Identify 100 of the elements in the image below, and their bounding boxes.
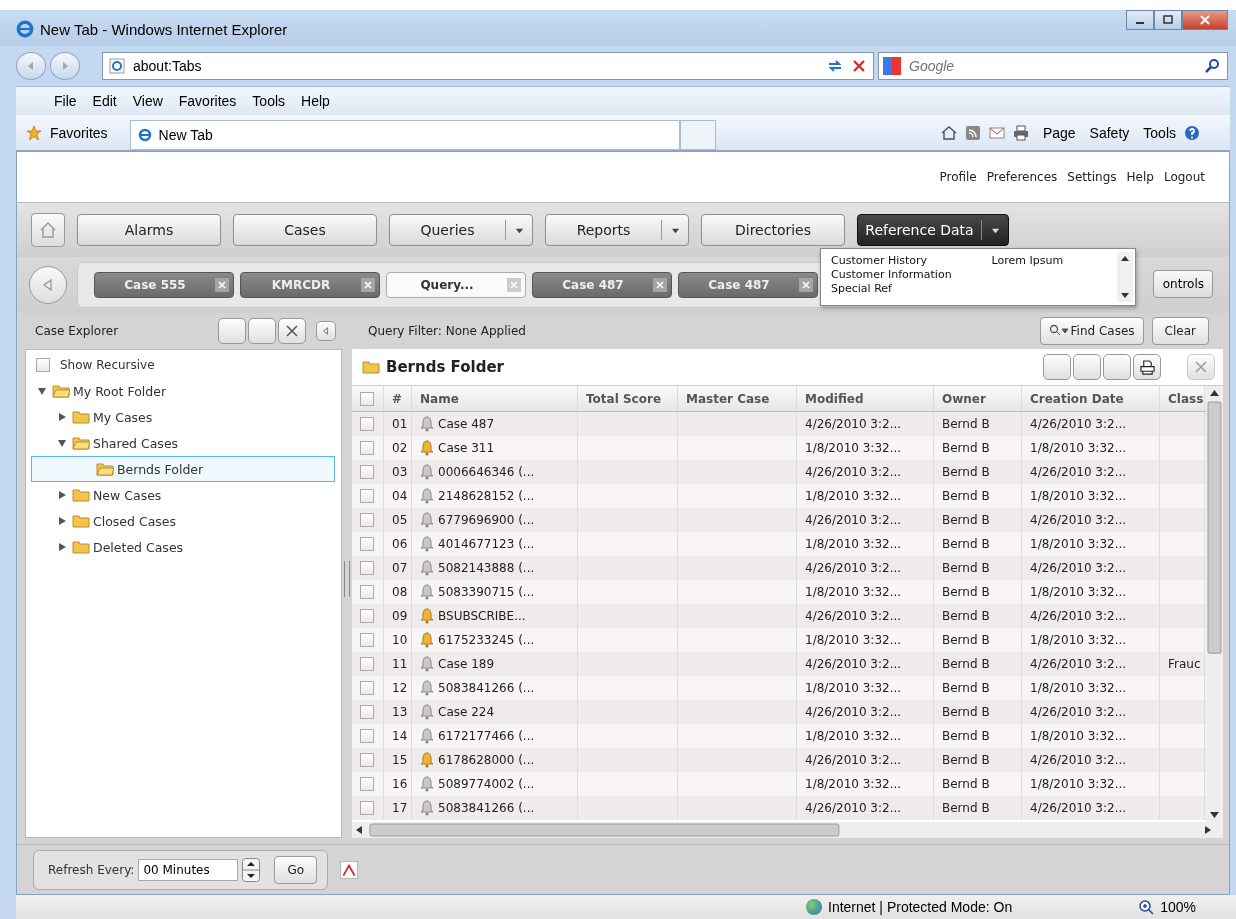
close-button[interactable] [1187, 354, 1215, 380]
menu-option[interactable]: Special Ref [831, 282, 952, 296]
document-tab[interactable]: Case 555 [94, 272, 234, 298]
menu-item[interactable]: Help [301, 93, 330, 109]
checkbox[interactable] [360, 417, 374, 431]
menu-item[interactable]: Favorites [178, 93, 237, 109]
print-button[interactable] [1133, 354, 1161, 380]
checkbox[interactable] [360, 441, 374, 455]
menu-item[interactable]: File [54, 93, 77, 109]
menu-item[interactable]: View [132, 93, 163, 109]
expand-arrow-icon[interactable] [57, 516, 67, 526]
checkbox[interactable] [360, 561, 374, 575]
spinner[interactable] [242, 857, 261, 882]
header-link[interactable]: Logout [1163, 170, 1205, 184]
column-header[interactable]: Total Score [578, 386, 678, 411]
scrollbar[interactable] [352, 822, 1223, 838]
column-header[interactable]: Master Case [678, 386, 797, 411]
checkbox[interactable] [360, 777, 374, 791]
close-icon[interactable] [507, 278, 521, 292]
scrollbar[interactable] [1206, 386, 1223, 822]
expand-arrow-icon[interactable] [37, 386, 47, 396]
nav-button[interactable]: Directories [701, 214, 845, 246]
checkbox[interactable] [36, 358, 50, 372]
close-icon[interactable] [653, 278, 667, 292]
nav-button[interactable]: Queries [389, 214, 533, 246]
toolbar-button[interactable] [1073, 354, 1101, 380]
close-icon[interactable] [799, 278, 813, 292]
tree-item[interactable]: My Root Folder [26, 378, 335, 404]
checkbox[interactable] [360, 513, 374, 527]
checkbox[interactable] [360, 585, 374, 599]
document-tab[interactable]: Case 487 [532, 272, 672, 298]
search-field[interactable]: Google [878, 52, 1228, 80]
scrollbar[interactable] [1117, 252, 1133, 302]
checkbox[interactable] [360, 729, 374, 743]
tree-item[interactable]: Deleted Cases [26, 534, 335, 560]
home-button[interactable] [31, 213, 65, 247]
tree-item[interactable]: Shared Cases [26, 430, 335, 456]
feed-icon[interactable] [964, 124, 981, 141]
close-button[interactable] [1182, 10, 1228, 30]
maximize-button[interactable] [1154, 10, 1182, 30]
command-menu[interactable]: Safety [1089, 124, 1130, 141]
menu-item[interactable]: Tools [252, 93, 286, 109]
zoom-icon[interactable] [1138, 899, 1155, 915]
collapse-button[interactable] [316, 321, 336, 341]
nav-button[interactable]: Cases [233, 214, 377, 246]
column-header[interactable]: Creation Date [1022, 386, 1160, 411]
command-menu[interactable]: Page [1042, 124, 1076, 141]
delete-button[interactable] [278, 318, 306, 344]
home-icon[interactable] [940, 124, 957, 141]
document-tab[interactable]: Case 487 [678, 272, 818, 298]
header-link[interactable]: Preferences [986, 170, 1058, 184]
checkbox[interactable] [360, 537, 374, 551]
search-icon[interactable] [1204, 58, 1220, 74]
splitter-handle[interactable] [344, 560, 350, 597]
controls-button[interactable]: ontrols [1153, 270, 1213, 298]
tree-item[interactable]: Closed Cases [26, 508, 335, 534]
tree-item[interactable]: My Cases [26, 404, 335, 430]
stop-icon[interactable] [851, 58, 867, 74]
menu-option[interactable]: Lorem Ipsum [991, 254, 1064, 268]
minimize-button[interactable] [1126, 10, 1154, 30]
document-tab[interactable]: KMRCDR [240, 272, 380, 298]
checkbox[interactable] [360, 609, 374, 623]
nav-button[interactable]: Reports [545, 214, 689, 246]
header-link[interactable]: Profile [939, 170, 977, 184]
column-header[interactable]: Name [412, 386, 578, 411]
tree-item[interactable]: New Cases [26, 482, 335, 508]
header-link[interactable]: Help [1126, 170, 1154, 184]
close-icon[interactable] [215, 278, 229, 292]
go-button[interactable]: Go [274, 855, 318, 884]
nav-button[interactable]: Reference Data [857, 214, 1009, 246]
mail-icon[interactable] [988, 124, 1005, 141]
clear-button[interactable]: Clear [1151, 317, 1209, 345]
toolbar-button[interactable] [218, 318, 246, 344]
new-tab-button[interactable] [679, 120, 716, 150]
close-icon[interactable] [361, 278, 375, 292]
browser-tab[interactable]: New Tab [129, 120, 680, 150]
checkbox[interactable] [360, 489, 374, 503]
tree-item[interactable]: Bernds Folder [31, 456, 335, 482]
refresh-field[interactable]: 00 Minutes [138, 858, 239, 881]
nav-button[interactable]: Alarms [77, 214, 221, 246]
back-button[interactable] [16, 52, 46, 80]
refresh-icon[interactable] [827, 58, 843, 74]
command-menu[interactable]: Tools [1143, 124, 1176, 141]
favorites-button[interactable]: Favorites [50, 124, 108, 141]
menu-item[interactable]: Edit [92, 93, 117, 109]
chart-icon[interactable] [340, 860, 359, 879]
toolbar-button[interactable] [1043, 354, 1071, 380]
forward-button[interactable] [50, 52, 80, 80]
back-circle-button[interactable] [29, 266, 67, 304]
expand-arrow-icon[interactable] [57, 412, 67, 422]
column-header[interactable]: Modified [797, 386, 934, 411]
checkbox[interactable] [360, 465, 374, 479]
checkbox[interactable] [360, 681, 374, 695]
column-header[interactable]: Class [1160, 386, 1205, 411]
menu-option[interactable]: Customer Information [831, 268, 952, 282]
header-link[interactable]: Settings [1067, 170, 1117, 184]
zoom-level[interactable]: 100% [1160, 899, 1196, 915]
checkbox[interactable] [360, 705, 374, 719]
expand-arrow-icon[interactable] [57, 542, 67, 552]
find-cases-button[interactable]: Find Cases [1039, 317, 1144, 345]
